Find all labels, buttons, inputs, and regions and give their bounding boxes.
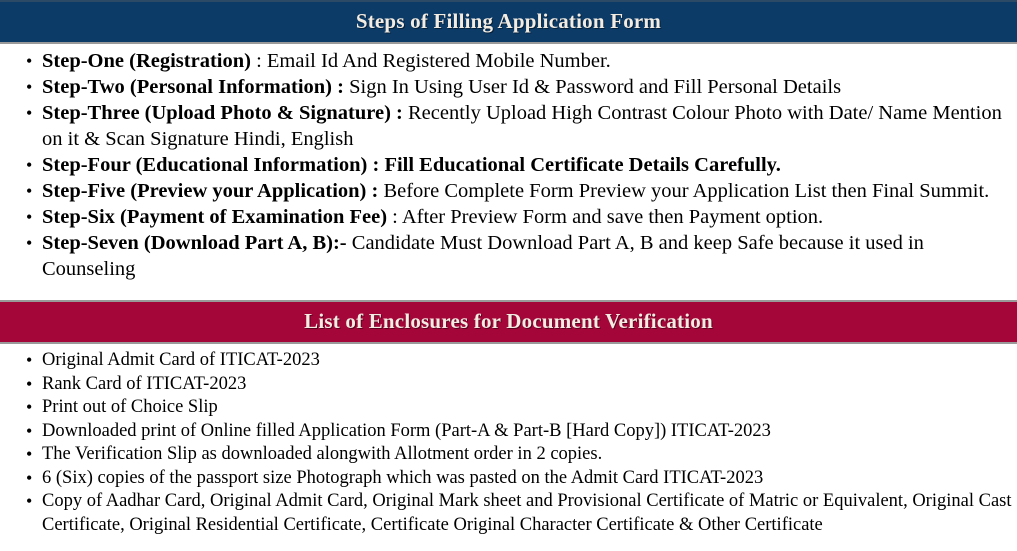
step-description: Fill Educational Certificate Details Car… [379, 154, 781, 176]
step-label: Step-Seven (Download Part A, B):- [42, 232, 347, 254]
list-item: Step-Seven (Download Part A, B):- Candid… [0, 230, 1017, 282]
enclosure-text: Downloaded print of Online filled Applic… [42, 420, 771, 441]
list-item: Copy of Aadhar Card, Original Admit Card… [0, 490, 1017, 537]
list-item: Downloaded print of Online filled Applic… [0, 420, 1017, 444]
enclosure-text: The Verification Slip as downloaded alon… [42, 444, 603, 464]
list-item: Rank Card of ITICAT-2023 [0, 373, 1017, 397]
step-label: Step-One (Registration) [42, 50, 251, 72]
list-item: Step-One (Registration) : Email Id And R… [0, 48, 1017, 74]
enclosure-text: Original Admit Card of ITICAT-2023 [42, 350, 320, 370]
step-label: Step-Five (Preview your Application) : [42, 180, 379, 202]
section-header-enclosures: List of Enclosures for Document Verifica… [0, 300, 1017, 344]
step-description: : Email Id And Registered Mobile Number. [250, 50, 611, 72]
step-label: Step-Two (Personal Information) : [42, 76, 344, 98]
steps-list: Step-One (Registration) : Email Id And R… [0, 48, 1017, 282]
step-description: Before Complete Form Preview your Applic… [378, 180, 990, 202]
list-item: Print out of Choice Slip [0, 396, 1017, 420]
enclosures-section-body: Original Admit Card of ITICAT-2023 Rank … [0, 344, 1017, 537]
list-item: 6 (Six) copies of the passport size Phot… [0, 467, 1017, 491]
steps-section-body: Step-One (Registration) : Email Id And R… [0, 44, 1017, 282]
enclosure-text: 6 (Six) copies of the passport size Phot… [42, 467, 764, 488]
list-item: Original Admit Card of ITICAT-2023 [0, 349, 1017, 373]
list-item: Step-Five (Preview your Application) : B… [0, 178, 1017, 204]
enclosure-text: Copy of Aadhar Card, Original Admit Card… [42, 491, 1012, 535]
step-label: Step-Three (Upload Photo & Signature) : [42, 102, 403, 124]
step-description: : After Preview Form and save then Payme… [387, 206, 824, 228]
list-item: Step-Four (Educational Information) : Fi… [0, 152, 1017, 178]
step-label: Step-Six (Payment of Examination Fee) [42, 206, 388, 228]
list-item: Step-Three (Upload Photo & Signature) : … [0, 100, 1017, 152]
list-item: Step-Six (Payment of Examination Fee) : … [0, 204, 1017, 230]
section-header-steps: Steps of Filling Application Form [0, 0, 1017, 44]
document-page: Steps of Filling Application Form Step-O… [0, 0, 1017, 551]
list-item: The Verification Slip as downloaded alon… [0, 443, 1017, 467]
list-item: Step-Two (Personal Information) : Sign I… [0, 74, 1017, 100]
enclosure-text: Rank Card of ITICAT-2023 [42, 373, 247, 394]
enclosure-text: Print out of Choice Slip [42, 397, 218, 417]
step-label: Step-Four (Educational Information) : [42, 154, 380, 176]
enclosures-list: Original Admit Card of ITICAT-2023 Rank … [0, 349, 1017, 537]
step-description: Sign In Using User Id & Password and Fil… [343, 76, 842, 98]
